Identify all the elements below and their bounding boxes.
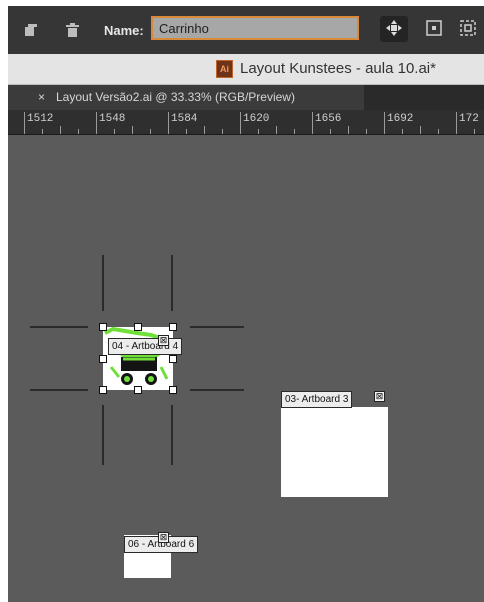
ruler-minor-tick [402, 129, 403, 134]
resize-handle[interactable] [134, 386, 142, 394]
ruler-minor-tick [330, 129, 331, 134]
illustrator-window: Name: Carrinho Ai Layout Kunstees - aula… [8, 6, 484, 602]
window-title: Layout Kunstees - aula 10.ai* [240, 60, 436, 77]
ruler-label: 1512 [27, 113, 54, 125]
artboard-label[interactable]: 04 - Artboard 4 [108, 338, 183, 355]
fit-artboard-icon [460, 19, 476, 39]
artboard-close-icon[interactable]: ⊠ [158, 532, 169, 543]
file-badge-text: Ai [220, 64, 229, 74]
ruler-minor-tick [258, 129, 259, 134]
artboard-close-icon[interactable]: ⊠ [158, 335, 169, 346]
resize-handle[interactable] [169, 386, 177, 394]
ruler-major-tick [456, 112, 457, 134]
reference-point-button[interactable] [420, 16, 448, 42]
ruler-minor-tick [294, 129, 295, 134]
guide-line [190, 389, 244, 391]
artboard-03[interactable] [281, 407, 388, 497]
horizontal-ruler[interactable]: 1512 1548 1584 1620 1656 1692 172 [8, 110, 484, 135]
new-artboard-icon[interactable] [22, 22, 38, 38]
control-bar: Name: Carrinho [8, 6, 484, 54]
ruler-major-tick [96, 112, 97, 134]
ruler-minor-tick [204, 126, 205, 134]
ruler-major-tick [384, 112, 385, 134]
ruler-label: 1692 [387, 113, 414, 125]
reference-point-icon [426, 19, 442, 39]
ruler-major-tick [168, 112, 169, 134]
close-icon[interactable]: × [38, 85, 45, 110]
artboard-name-input[interactable]: Carrinho [151, 16, 359, 40]
fit-artboard-button[interactable] [454, 16, 482, 42]
ruler-major-tick [24, 112, 25, 134]
resize-handle[interactable] [99, 355, 107, 363]
ruler-minor-tick [366, 129, 367, 134]
ruler-major-tick [240, 112, 241, 134]
ruler-minor-tick [186, 129, 187, 134]
resize-handle[interactable] [134, 323, 142, 331]
trash-icon[interactable] [64, 22, 80, 38]
ruler-minor-tick [420, 126, 421, 134]
resize-handle[interactable] [169, 323, 177, 331]
move-artwork-icon [385, 19, 403, 40]
guide-line [190, 326, 244, 328]
ruler-label: 1620 [243, 113, 270, 125]
tab-document[interactable]: × Layout Versão2.ai @ 33.33% (RGB/Previe… [8, 85, 364, 110]
document-tab-bar: × Layout Versão2.ai @ 33.33% (RGB/Previe… [8, 85, 484, 110]
ruler-label: 1584 [171, 113, 198, 125]
window-title-bar: Ai Layout Kunstees - aula 10.ai* [8, 54, 484, 85]
guide-line [171, 405, 173, 465]
canvas[interactable]: 04 - Artboard 4 ⊠ 03- Artboard 3 ⊠ 06 - … [8, 135, 484, 602]
ruler-minor-tick [132, 126, 133, 134]
move-artwork-button[interactable] [380, 16, 408, 42]
illustrator-file-icon: Ai [216, 60, 233, 78]
ruler-label: 172 [459, 113, 479, 125]
ruler-minor-tick [474, 129, 475, 134]
ruler-minor-tick [222, 129, 223, 134]
ruler-major-tick [312, 112, 313, 134]
ruler-minor-tick [42, 129, 43, 134]
resize-handle[interactable] [99, 386, 107, 394]
ruler-label: 1656 [315, 113, 342, 125]
guide-line [102, 255, 104, 311]
guide-line [102, 405, 104, 465]
ruler-minor-tick [78, 129, 79, 134]
resize-handle[interactable] [169, 355, 177, 363]
artboard-close-icon[interactable]: ⊠ [374, 391, 385, 402]
ruler-minor-tick [276, 126, 277, 134]
name-label: Name: [104, 23, 144, 38]
ruler-minor-tick [60, 126, 61, 134]
ruler-minor-tick [150, 129, 151, 134]
ruler-minor-tick [348, 126, 349, 134]
artboard-label[interactable]: 03- Artboard 3 [281, 391, 353, 408]
ruler-minor-tick [114, 129, 115, 134]
ruler-minor-tick [438, 129, 439, 134]
resize-handle[interactable] [99, 323, 107, 331]
ruler-label: 1548 [99, 113, 126, 125]
document-tab-label: Layout Versão2.ai @ 33.33% (RGB/Preview) [56, 90, 295, 104]
guide-line [30, 326, 88, 328]
guide-line [171, 255, 173, 311]
guide-line [30, 389, 88, 391]
